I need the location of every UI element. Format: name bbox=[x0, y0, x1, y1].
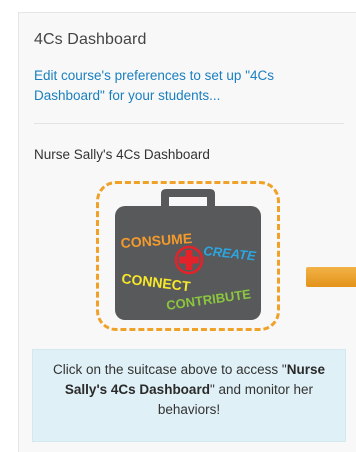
suitcase-4cs-icon[interactable]: CONSUME CREATE CONNECT CONTRIBUTE bbox=[99, 184, 277, 328]
block-title: 4Cs Dashboard bbox=[34, 31, 147, 48]
edit-preferences-link[interactable]: Edit course's preferences to set up "4Cs… bbox=[34, 66, 334, 106]
divider bbox=[34, 123, 344, 124]
4cs-dashboard-block: 4Cs Dashboard Edit course's preferences … bbox=[18, 12, 356, 452]
suitcase-handle bbox=[161, 189, 215, 206]
info-prefix: Click on the suitcase above to access " bbox=[53, 362, 287, 377]
info-box: Click on the suitcase above to access "N… bbox=[32, 349, 346, 442]
suitcase-button[interactable]: CONSUME CREATE CONNECT CONTRIBUTE bbox=[96, 181, 280, 331]
medical-cross-h bbox=[179, 256, 199, 264]
user-dashboard-title: Nurse Sally's 4Cs Dashboard bbox=[34, 147, 210, 162]
side-arrow-decoration bbox=[306, 267, 356, 287]
